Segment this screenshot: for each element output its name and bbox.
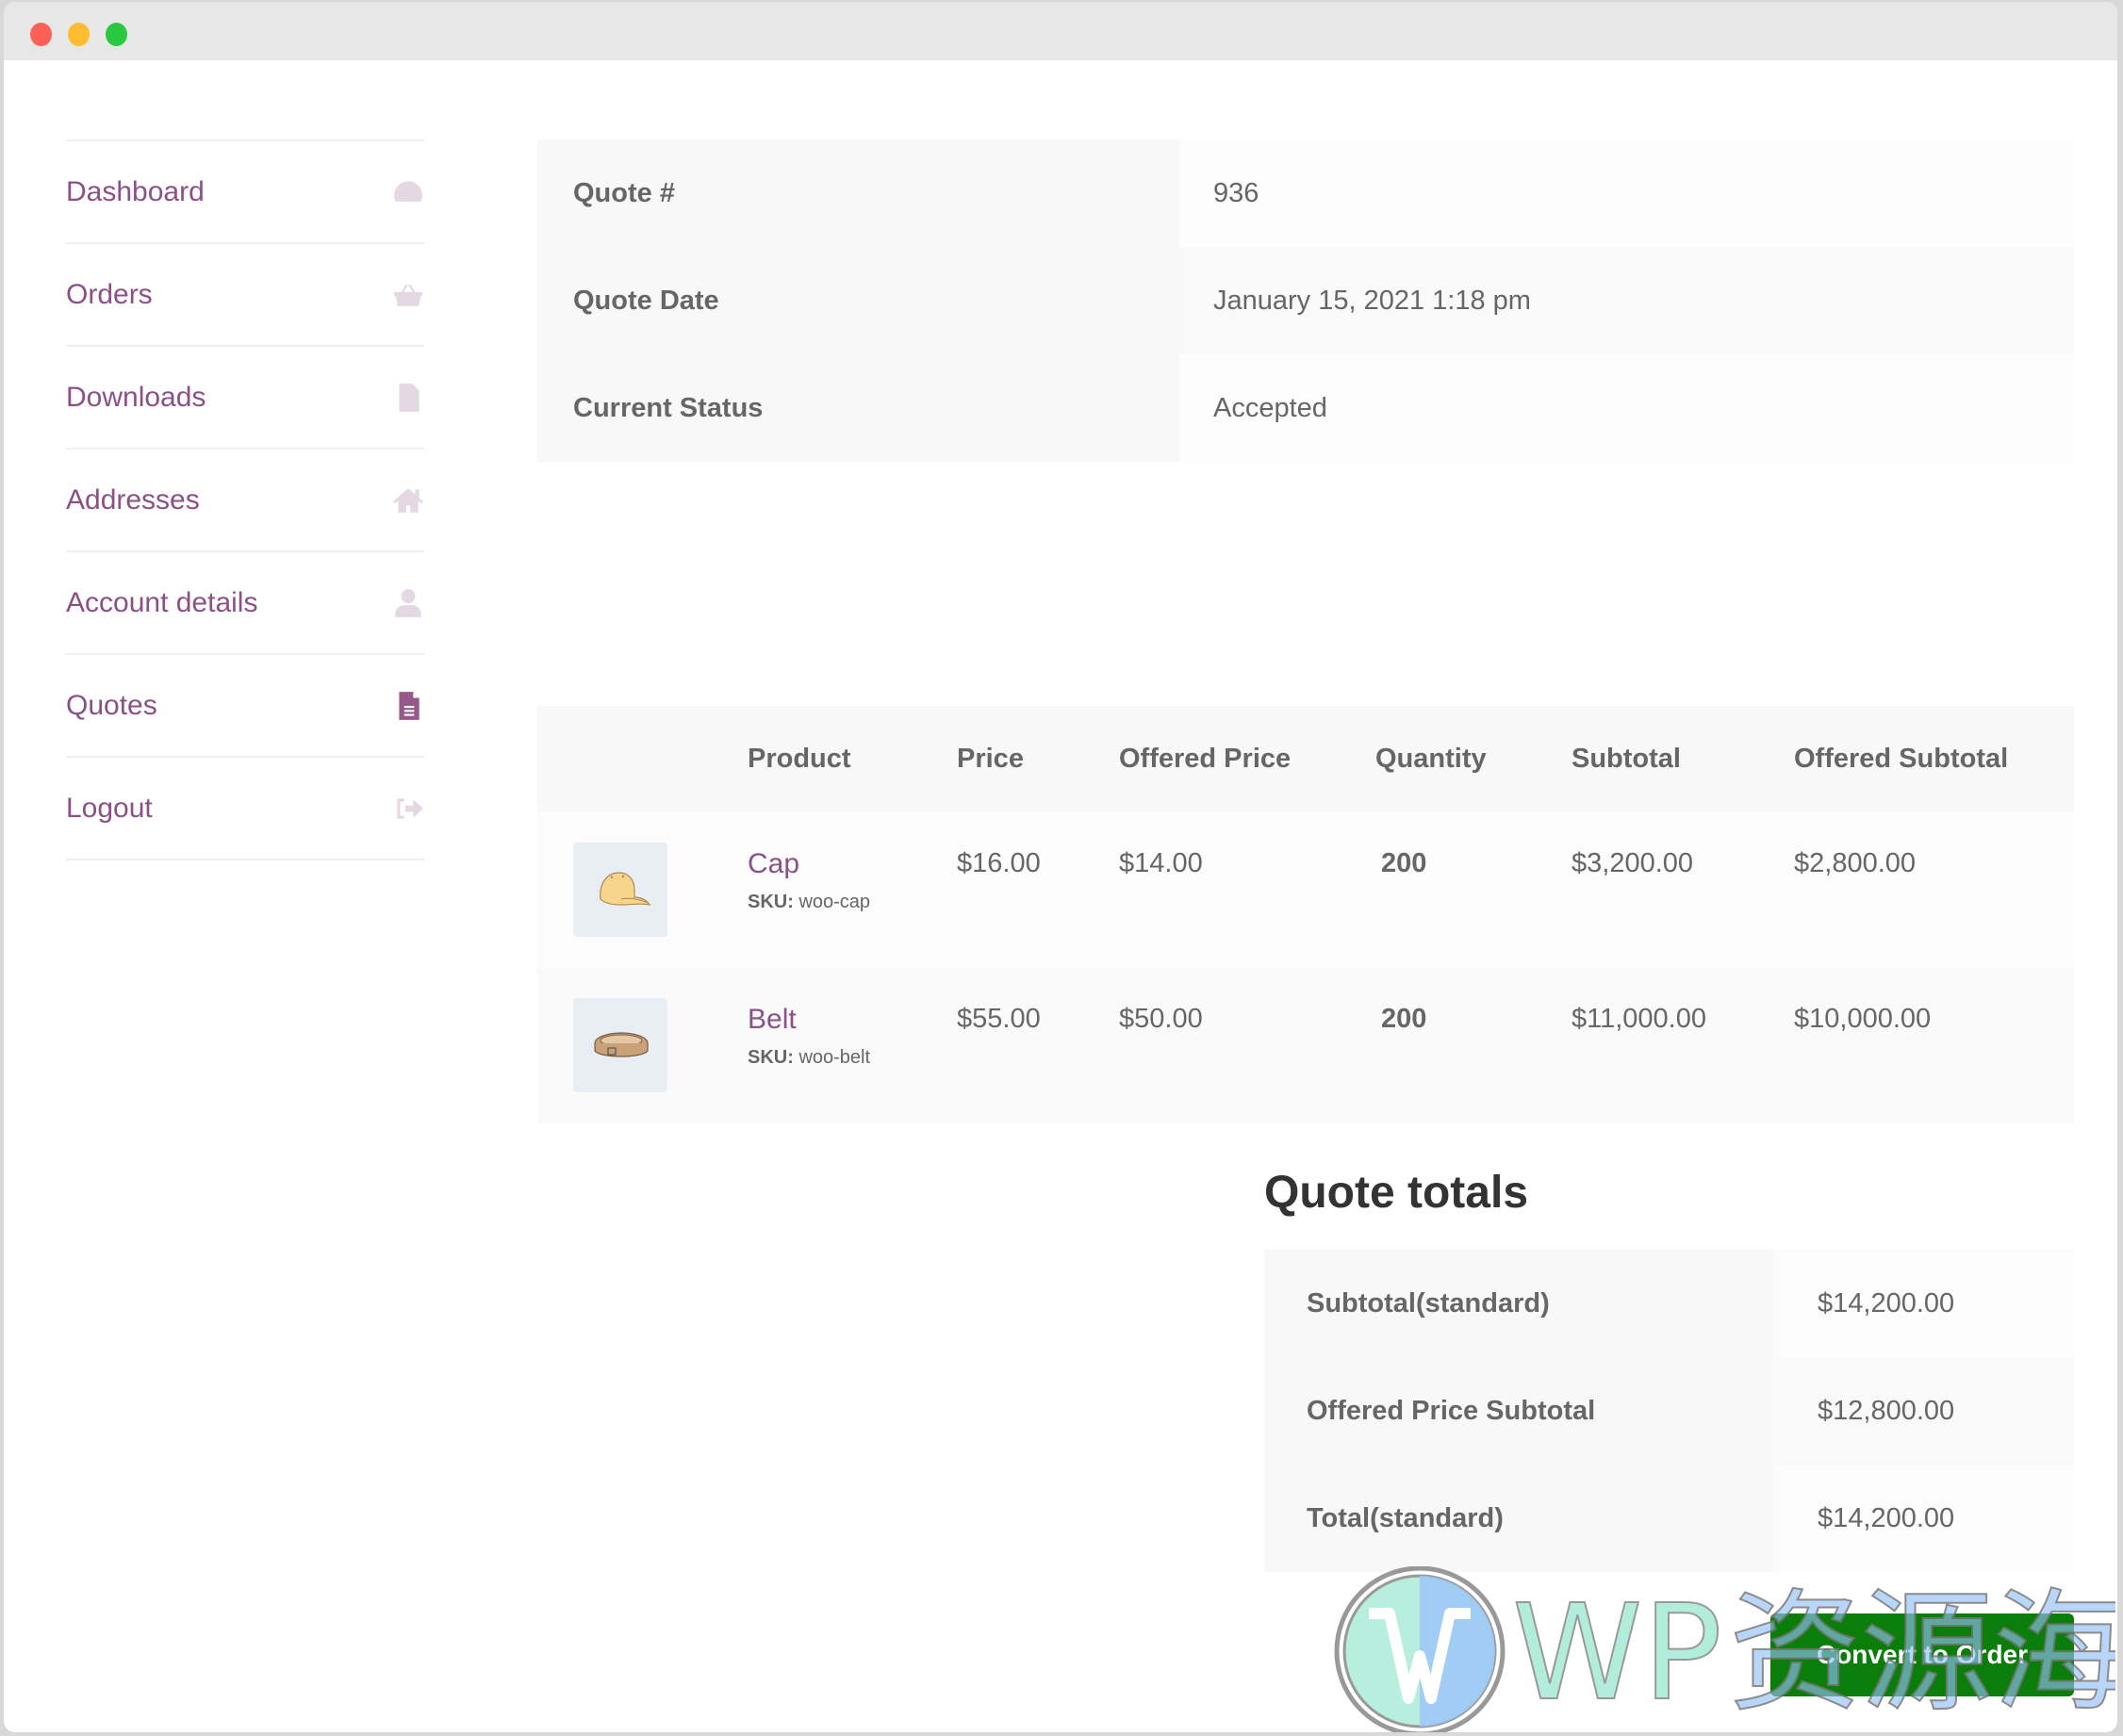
offered-price-value: $14.00 bbox=[1119, 848, 1203, 878]
table-row: Belt SKU: woo-belt $55.00 $50.00 200 $11… bbox=[537, 968, 2074, 1123]
quote-totals-table: Subtotal(standard) $14,200.00 Offered Pr… bbox=[1264, 1250, 2074, 1572]
column-header-price: Price bbox=[957, 706, 1119, 812]
sku-value: woo-cap bbox=[798, 892, 871, 912]
totals-row: Offered Price Subtotal $12,800.00 bbox=[1264, 1357, 2074, 1465]
minimize-window-button[interactable] bbox=[68, 23, 90, 46]
user-icon bbox=[390, 586, 424, 620]
product-thumbnail-cell bbox=[537, 968, 748, 1123]
subtotal-standard-label: Subtotal(standard) bbox=[1264, 1250, 1773, 1357]
quote-view: Quote # 936 Quote Date January 15, 2021 … bbox=[537, 139, 2074, 1572]
quantity-cell: 200 bbox=[1375, 812, 1572, 968]
column-header-subtotal: Subtotal bbox=[1572, 706, 1794, 812]
column-header-quantity: Quantity bbox=[1375, 706, 1572, 812]
watermark-wp-text: WP bbox=[1512, 1577, 1722, 1730]
sku-value: woo-belt bbox=[798, 1047, 871, 1068]
subtotal-value: $11,000.00 bbox=[1572, 1004, 1706, 1034]
total-standard-label: Total(standard) bbox=[1264, 1465, 1773, 1572]
sign-out-icon bbox=[390, 792, 424, 826]
product-cell: Cap SKU: woo-cap bbox=[748, 812, 957, 968]
table-row: Cap SKU: woo-cap $16.00 $14.00 200 $3,20… bbox=[537, 812, 2074, 968]
sku-label: SKU: bbox=[748, 1047, 794, 1068]
browser-window: Dashboard Orders Downloads Addresses Acc… bbox=[4, 2, 2117, 1732]
offered-price-value: $50.00 bbox=[1119, 1004, 1203, 1034]
home-icon bbox=[390, 483, 424, 517]
offered-subtotal-value: $2,800.00 bbox=[1794, 848, 1917, 878]
sidebar-item-dashboard[interactable]: Dashboard bbox=[66, 139, 424, 242]
subtotal-cell: $11,000.00 bbox=[1572, 968, 1794, 1123]
quote-date-value: January 15, 2021 1:18 pm bbox=[1179, 247, 2074, 354]
cap-icon bbox=[600, 872, 651, 906]
column-header-image bbox=[537, 706, 748, 812]
subtotal-cell: $3,200.00 bbox=[1572, 812, 1794, 968]
offered-price-cell: $50.00 bbox=[1119, 968, 1375, 1123]
sidebar-item-downloads[interactable]: Downloads bbox=[66, 345, 424, 448]
title-bar bbox=[4, 2, 2117, 60]
belt-icon bbox=[594, 1032, 649, 1057]
totals-row: Total(standard) $14,200.00 bbox=[1264, 1465, 2074, 1572]
total-standard-value: $14,200.00 bbox=[1773, 1465, 2074, 1572]
dashboard-gauge-icon bbox=[390, 175, 424, 209]
convert-to-order-button[interactable]: Convert to Order bbox=[1770, 1613, 2074, 1696]
account-navigation: Dashboard Orders Downloads Addresses Acc… bbox=[66, 139, 424, 860]
quantity-cell: 200 bbox=[1375, 968, 1572, 1123]
table-header-row: Product Price Offered Price Quantity Sub… bbox=[537, 706, 2074, 812]
totals-row: Subtotal(standard) $14,200.00 bbox=[1264, 1250, 2074, 1357]
sidebar-item-orders[interactable]: Orders bbox=[66, 242, 424, 345]
sidebar-item-label: Dashboard bbox=[66, 175, 205, 207]
maximize-window-button[interactable] bbox=[106, 23, 127, 46]
price-value: $55.00 bbox=[957, 1004, 1041, 1034]
column-header-offered-price: Offered Price bbox=[1119, 706, 1375, 812]
sidebar-item-label: Quotes bbox=[66, 689, 157, 721]
subtotal-value: $3,200.00 bbox=[1572, 848, 1694, 878]
quote-status-row: Current Status Accepted bbox=[537, 354, 2074, 462]
sku-label: SKU: bbox=[748, 892, 794, 912]
column-header-product: Product bbox=[748, 706, 957, 812]
quote-date-label: Quote Date bbox=[537, 247, 1179, 354]
product-link[interactable]: Belt bbox=[748, 1004, 957, 1036]
product-thumbnail-cell bbox=[537, 812, 748, 968]
quote-status-value: Accepted bbox=[1179, 354, 2074, 462]
price-cell: $16.00 bbox=[957, 812, 1119, 968]
product-link[interactable]: Cap bbox=[748, 848, 957, 880]
quote-date-row: Quote Date January 15, 2021 1:18 pm bbox=[537, 247, 2074, 354]
close-window-button[interactable] bbox=[30, 23, 52, 46]
offered-price-subtotal-value: $12,800.00 bbox=[1773, 1357, 2074, 1465]
sidebar-item-label: Logout bbox=[66, 792, 153, 824]
quote-number-row: Quote # 936 bbox=[537, 139, 2074, 247]
quote-items-table: Product Price Offered Price Quantity Sub… bbox=[537, 706, 2074, 1123]
offered-subtotal-cell: $2,800.00 bbox=[1794, 812, 2074, 968]
quantity-value: 200 bbox=[1381, 848, 1427, 878]
quote-status-label: Current Status bbox=[537, 354, 1179, 462]
price-value: $16.00 bbox=[957, 848, 1041, 878]
quote-totals-heading: Quote totals bbox=[1264, 1168, 1529, 1218]
sidebar-item-addresses[interactable]: Addresses bbox=[66, 448, 424, 550]
belt-thumbnail[interactable] bbox=[573, 998, 667, 1092]
quantity-value: 200 bbox=[1381, 1004, 1427, 1034]
quote-number-value: 936 bbox=[1179, 139, 2074, 247]
sidebar-item-label: Account details bbox=[66, 586, 258, 618]
quote-info-table: Quote # 936 Quote Date January 15, 2021 … bbox=[537, 139, 2074, 462]
offered-subtotal-cell: $10,000.00 bbox=[1794, 968, 2074, 1123]
sidebar-item-label: Downloads bbox=[66, 381, 206, 413]
product-sku: SKU: woo-cap bbox=[748, 892, 957, 913]
sidebar-item-quotes[interactable]: Quotes bbox=[66, 653, 424, 756]
sidebar-item-label: Orders bbox=[66, 278, 153, 310]
product-cell: Belt SKU: woo-belt bbox=[748, 968, 957, 1123]
basket-icon bbox=[390, 278, 424, 312]
sidebar-item-label: Addresses bbox=[66, 483, 200, 516]
quote-number-label: Quote # bbox=[537, 139, 1179, 247]
sidebar-item-account-details[interactable]: Account details bbox=[66, 550, 424, 653]
product-sku: SKU: woo-belt bbox=[748, 1047, 957, 1069]
document-icon bbox=[390, 689, 424, 723]
cap-thumbnail[interactable] bbox=[573, 843, 667, 937]
price-cell: $55.00 bbox=[957, 968, 1119, 1123]
subtotal-standard-value: $14,200.00 bbox=[1773, 1250, 2074, 1357]
column-header-offered-subtotal: Offered Subtotal bbox=[1794, 706, 2074, 812]
file-zip-icon bbox=[390, 381, 424, 415]
sidebar-item-logout[interactable]: Logout bbox=[66, 756, 424, 860]
offered-price-cell: $14.00 bbox=[1119, 812, 1375, 968]
offered-price-subtotal-label: Offered Price Subtotal bbox=[1264, 1357, 1773, 1465]
offered-subtotal-value: $10,000.00 bbox=[1794, 1004, 1932, 1034]
